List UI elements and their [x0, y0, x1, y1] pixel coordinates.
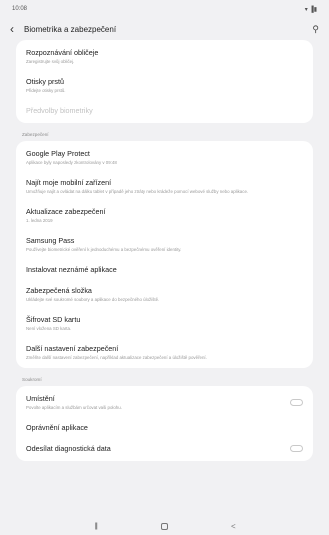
status-time: 10:08 [12, 6, 28, 12]
list-item-encrypt-sd-card[interactable]: Šifrovat SD kartu Není vložena SD karta. [16, 309, 313, 338]
item-title: Samsung Pass [26, 235, 75, 245]
item-title: Další nastavení zabezpečení [26, 343, 119, 353]
item-subtitle: Zaregistrujte svůj obličej. [26, 59, 75, 64]
card-privacy: Umístění Povolte aplikacím a službám urč… [16, 386, 313, 462]
item-subtitle: 1. ledna 2019 [26, 217, 53, 223]
location-toggle[interactable] [290, 399, 303, 407]
list-item-other-security-settings[interactable]: Další nastavení zabezpečení Změňte další… [16, 338, 313, 367]
list-item-face-recognition[interactable]: Rozpoznávání obličeje Zaregistrujte svůj… [16, 42, 313, 71]
list-item-samsung-pass[interactable]: Samsung Pass Používejte biometrické ověř… [16, 230, 313, 259]
list-item-send-diagnostic-data[interactable]: Odesílat diagnostická data [16, 438, 313, 459]
item-subtitle: Aplikace byly naposledy zkontrolovány v … [26, 159, 117, 165]
item-title: Rozpoznávání obličeje [26, 48, 99, 57]
item-title: Otisky prstů [26, 76, 64, 86]
item-subtitle: Umožňuje najít a ovládat na dálku tablet… [26, 188, 249, 194]
item-title: Instalovat neznámé aplikace [26, 264, 117, 274]
header: ‹ Biometrika a zabezpečení ⚲ [0, 18, 329, 40]
item-subtitle: Změňte další nastavení zabezpečení, např… [26, 354, 207, 360]
list-item-security-update[interactable]: Aktualizace zabezpečení 1. ledna 2019 [16, 201, 313, 230]
list-item-find-my-device[interactable]: Najít moje mobilní zařízení Umožňuje naj… [16, 172, 313, 201]
item-title: Umístění [26, 394, 55, 404]
item-subtitle: Povolte aplikacím a službám určovat vaši… [26, 405, 122, 411]
item-subtitle: Není vložena SD karta. [26, 325, 72, 331]
list-item-app-permissions[interactable]: Oprávnění aplikace [16, 417, 313, 438]
card-security: Google Play Protect Aplikace byly naposl… [16, 140, 313, 369]
item-subtitle: Používejte biometrické ověření k jednodu… [26, 246, 182, 252]
list-item-install-unknown-apps[interactable]: Instalovat neznámé aplikace [16, 259, 313, 280]
list-item-fingerprints[interactable]: Otisky prstů Přidejte otisky prstů. [16, 71, 313, 100]
item-title: Předvolby biometriky [26, 105, 93, 115]
diagnostic-toggle[interactable] [290, 445, 303, 453]
item-subtitle: Přidejte otisky prstů. [26, 87, 66, 93]
list-item-google-play-protect[interactable]: Google Play Protect Aplikace byly naposl… [16, 143, 313, 172]
item-title: Aktualizace zabezpečení [26, 206, 106, 216]
list-item-secure-folder[interactable]: Zabezpečená složka Ukládejte své soukrom… [16, 280, 313, 309]
item-title: Zabezpečená složka [26, 285, 92, 295]
item-title: Google Play Protect [26, 148, 90, 158]
page-title: Biometrika a zabezpečení [24, 24, 117, 34]
search-icon[interactable]: ⚲ [312, 24, 319, 35]
list-item-biometric-preferences: Předvolby biometriky [16, 100, 313, 121]
item-subtitle: Ukládejte své soukromé soubory a aplikac… [26, 296, 160, 302]
item-title: Oprávnění aplikace [26, 423, 88, 433]
item-title: Šifrovat SD kartu [26, 314, 81, 324]
card-biometrics: Rozpoznávání obličeje Zaregistrujte svůj… [16, 40, 313, 123]
status-bar: 10:08 ▾ ▐▮ [0, 0, 329, 18]
navigation-bar: ||| < [0, 517, 329, 535]
back-icon[interactable]: < [227, 522, 239, 531]
section-label-privacy: Soukromí [22, 377, 42, 383]
status-icons: ▾ ▐▮ [304, 6, 317, 13]
back-arrow-icon[interactable]: ‹ [10, 22, 24, 36]
item-title: Najít moje mobilní zařízení [26, 177, 112, 187]
recent-apps-icon[interactable]: ||| [90, 523, 102, 530]
home-icon[interactable] [160, 522, 168, 530]
item-title: Odesílat diagnostická data [26, 444, 111, 454]
section-label-security: Zabezpečení [22, 131, 49, 137]
list-item-location[interactable]: Umístění Povolte aplikacím a službám urč… [16, 388, 313, 417]
